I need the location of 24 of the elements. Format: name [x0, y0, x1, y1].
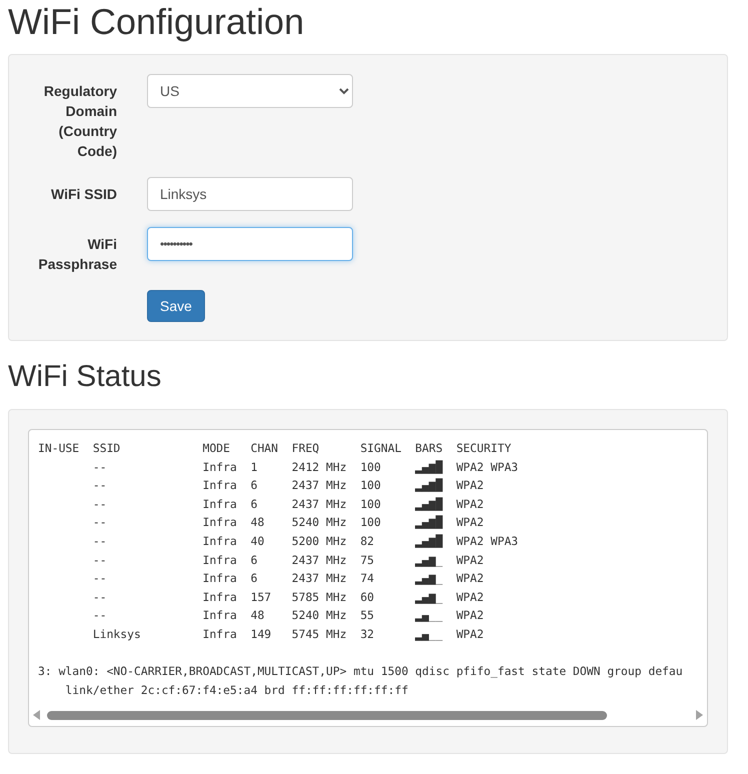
ssid-input[interactable]: Linksys [147, 177, 353, 211]
output-line: -- Infra 40 5200 MHz 82 ▂▄▆█ WPA2 WPA3 [92, 532, 520, 550]
field-label: WiFi SSID [50, 185, 117, 204]
country-select[interactable]: US [147, 74, 353, 108]
output-line: -- Infra 6 2437 MHz 75 ▂▄▆_ WPA2 [92, 552, 485, 569]
output-line: link/ether 2c:cf:67:f4:e5:a4 brd ff:ff:ff:ff:ff:ff [64, 682, 410, 699]
output-line: -- Infra 6 2437 MHz 100 ▂▄▆█ WPA2 [92, 477, 485, 494]
passphrase-input[interactable]: •••••••••• [147, 227, 353, 261]
page-title: WiFi Configuration [8, 0, 306, 44]
scroll-right-icon[interactable] [695, 710, 703, 720]
output-line: -- Infra 48 5240 MHz 100 ▂▄▆█ WPA2 [92, 514, 485, 532]
section-title: WiFi Status [8, 359, 162, 395]
output-line: Linksys Infra 149 5745 MHz 32 ▂▄__ WPA2 [92, 626, 485, 643]
output-line: -- Infra 157 5785 MHz 60 ▂▄▆_ WPA2 [92, 588, 485, 606]
output-line: 3: wlan0: <NO-CARRIER,BROADCAST,MULTICAST,UP> mtu 1500 qdisc pfifo_fast state DOWN group defau [38, 663, 684, 680]
output-line: -- Infra 6 2437 MHz 74 ▂▄▆_ WPA2 [92, 570, 485, 588]
field-label: WiFi Passphrase [37, 235, 117, 274]
output-line: -- Infra 48 5240 MHz 55 ▂▄__ WPA2 [92, 607, 485, 624]
output-line: IN-USE SSID MODE CHAN FREQ SIGNAL BARS SECURITY [38, 440, 512, 457]
save-button[interactable]: Save [147, 290, 205, 322]
scroll-left-icon[interactable] [33, 710, 41, 720]
output-line: -- Infra 1 2412 MHz 100 ▂▄▆█ WPA2 WPA3 [92, 458, 520, 476]
field-label: Regulatory Domain (Country Code) [42, 82, 117, 161]
output-line: -- Infra 6 2437 MHz 100 ▂▄▆█ WPA2 [92, 496, 485, 513]
